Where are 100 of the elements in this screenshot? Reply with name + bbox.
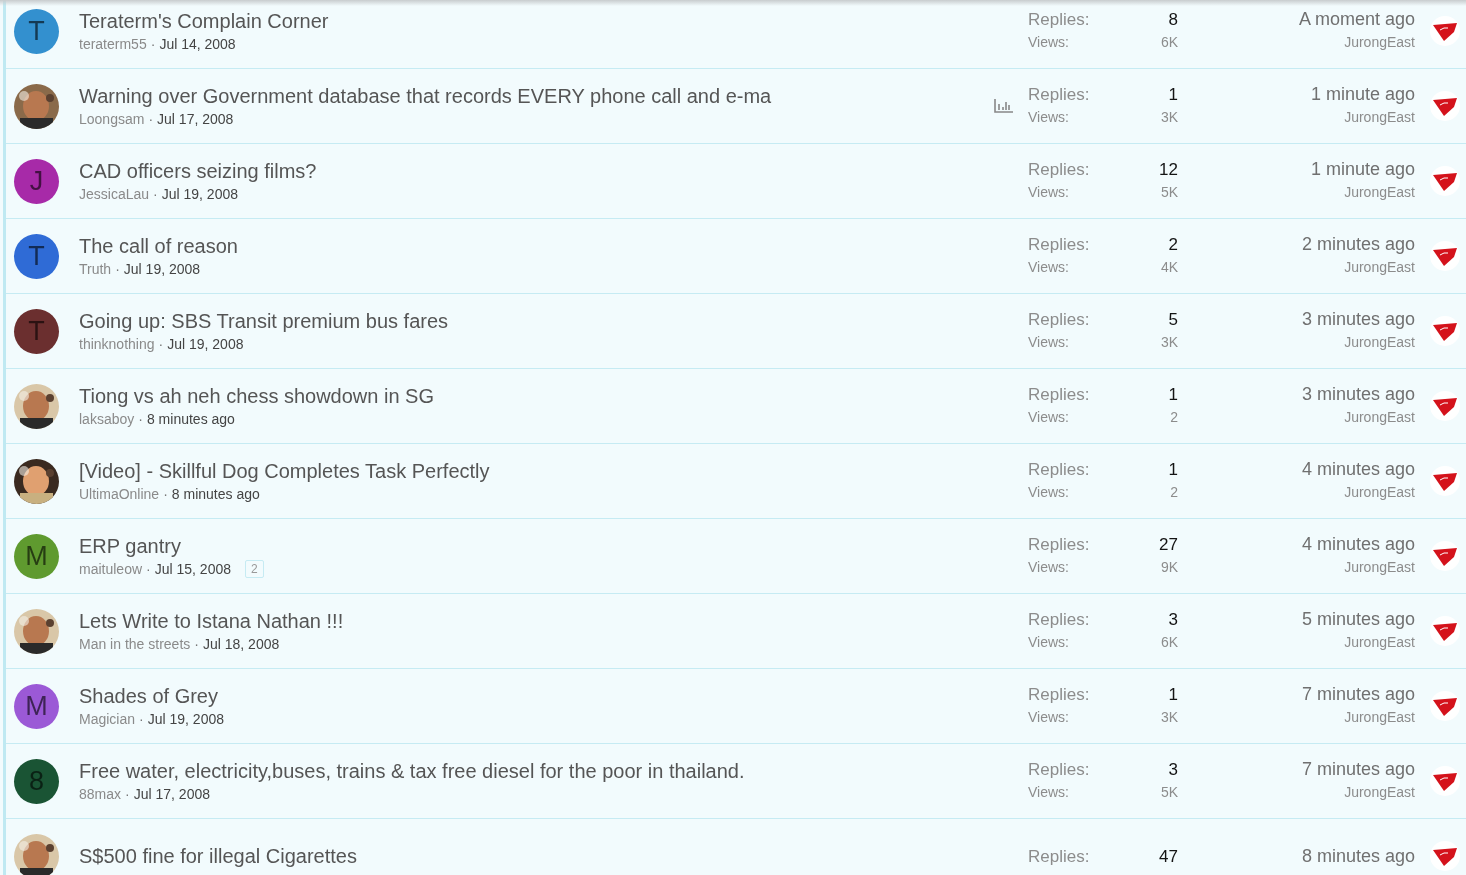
views-label: Views: — [1028, 708, 1069, 727]
thread-date: Jul 18, 2008 — [202, 635, 280, 654]
last-poster-link[interactable]: JurongEast — [1344, 406, 1415, 429]
last-poster-link[interactable]: JurongEast — [1344, 556, 1415, 579]
thread-title[interactable]: The call of reason — [79, 233, 989, 259]
replies-count: 8 — [1168, 9, 1178, 31]
thread-title[interactable]: S$500 fine for illegal Cigarettes — [79, 843, 989, 869]
thread-title[interactable]: Lets Write to Istana Nathan !!! — [79, 608, 989, 634]
logo-icon — [1430, 316, 1460, 346]
views-count: 9K — [1160, 558, 1178, 577]
thread-date: Jul 17, 2008 — [133, 785, 210, 804]
last-post-time[interactable]: 2 minutes ago — [1301, 233, 1415, 256]
replies-label: Replies: — [1028, 759, 1090, 781]
replies-label: Replies: — [1028, 384, 1090, 406]
thread-title[interactable]: ERP gantry — [79, 533, 989, 559]
logo-icon — [1430, 241, 1460, 271]
views-count: 6K — [1160, 633, 1178, 652]
last-poster-link[interactable]: JurongEast — [1344, 706, 1415, 729]
author-link[interactable]: Man in the streets — [79, 634, 191, 654]
replies-count: 3 — [1168, 759, 1178, 781]
views-label: Views: — [1028, 258, 1069, 277]
thread-title[interactable]: Shades of Grey — [79, 683, 989, 709]
logo-icon — [1430, 166, 1460, 196]
thread-title[interactable]: Free water, electricity,buses, trains & tax free diesel for the poor in thailand. — [79, 758, 989, 784]
logo-icon — [1430, 616, 1460, 646]
last-poster-link[interactable]: JurongEast — [1344, 181, 1415, 204]
author-link[interactable]: teraterm55 — [79, 34, 147, 54]
last-post-time[interactable]: 3 minutes ago — [1301, 383, 1415, 406]
thread-title[interactable]: [Video] - Skillful Dog Completes Task Perfectly — [79, 458, 989, 484]
author-link[interactable]: JessicaLau — [79, 184, 150, 204]
last-post-time[interactable]: A moment ago — [1298, 8, 1415, 31]
views-label: Views: — [1028, 483, 1069, 502]
author-link[interactable]: Loongsam — [79, 109, 145, 129]
views-count: 2 — [1170, 408, 1178, 427]
last-post-time[interactable]: 1 minute ago — [1310, 83, 1415, 106]
views-label: Views: — [1028, 108, 1069, 127]
replies-count: 1 — [1168, 459, 1178, 481]
page-link[interactable]: 2 — [245, 560, 264, 578]
separator-dot: · — [158, 335, 164, 354]
replies-label: Replies: — [1028, 845, 1090, 868]
views-label: Views: — [1028, 558, 1069, 577]
last-post-time[interactable]: 4 minutes ago — [1301, 533, 1415, 556]
replies-label: Replies: — [1028, 309, 1090, 331]
replies-count: 1 — [1168, 384, 1178, 406]
last-post-time[interactable]: 4 minutes ago — [1301, 458, 1415, 481]
logo-icon — [1430, 541, 1460, 571]
logo-icon — [1430, 691, 1460, 721]
separator-dot: · — [139, 710, 144, 729]
avatar[interactable]: T — [14, 308, 59, 354]
author-link[interactable]: 88max — [79, 784, 122, 804]
logo-icon — [1430, 466, 1460, 496]
replies-count: 27 — [1159, 534, 1178, 556]
views-label: Views: — [1028, 333, 1069, 352]
last-post-time[interactable]: 1 minute ago — [1310, 158, 1415, 181]
separator-dot: · — [138, 410, 143, 429]
last-post-time[interactable]: 8 minutes ago — [1301, 844, 1415, 868]
last-poster-link[interactable]: JurongEast — [1344, 781, 1415, 804]
author-link[interactable]: maituleow — [79, 559, 143, 579]
avatar[interactable]: J — [14, 158, 59, 204]
last-poster-link[interactable]: JurongEast — [1344, 31, 1415, 54]
logo-icon — [1430, 391, 1460, 421]
replies-label: Replies: — [1028, 159, 1090, 181]
thread-title[interactable]: Going up: SBS Transit premium bus fares — [79, 308, 989, 334]
last-poster-link[interactable]: JurongEast — [1344, 256, 1415, 279]
replies-count: 1 — [1168, 684, 1178, 706]
last-post-time[interactable]: 5 minutes ago — [1301, 608, 1415, 631]
avatar[interactable]: M — [14, 533, 59, 579]
thread-title[interactable]: Teraterm's Complain Corner — [79, 8, 989, 34]
last-poster-link[interactable]: JurongEast — [1344, 106, 1415, 129]
separator-dot: · — [150, 35, 156, 54]
thread-title[interactable]: Tiong vs ah neh chess showdown in SG — [79, 383, 989, 409]
replies-count: 12 — [1159, 159, 1178, 181]
avatar[interactable]: T — [14, 8, 59, 54]
last-poster-link[interactable]: JurongEast — [1344, 331, 1415, 354]
views-count: 3K — [1160, 708, 1178, 727]
replies-count: 1 — [1168, 84, 1178, 106]
avatar[interactable]: M — [14, 683, 59, 729]
thread-date: Jul 19, 2008 — [167, 335, 244, 354]
replies-label: Replies: — [1028, 534, 1090, 556]
last-post-time[interactable]: 7 minutes ago — [1301, 683, 1415, 706]
author-link[interactable]: UltimaOnline — [79, 484, 160, 504]
thread-title[interactable]: Warning over Government database that records EVERY phone call and e-ma — [79, 83, 989, 109]
views-label: Views: — [1028, 183, 1069, 202]
author-link[interactable]: Magician — [79, 709, 136, 729]
author-link[interactable]: thinknothing — [79, 334, 155, 354]
last-poster-link[interactable]: JurongEast — [1344, 631, 1415, 654]
last-poster-link[interactable]: JurongEast — [1344, 481, 1415, 504]
thread-date: Jul 19, 2008 — [147, 710, 224, 729]
views-count: 5K — [1160, 183, 1178, 202]
views-label: Views: — [1028, 633, 1069, 652]
author-link[interactable]: laksaboy — [79, 409, 135, 429]
last-post-time[interactable]: 7 minutes ago — [1301, 758, 1415, 781]
replies-count: 47 — [1159, 845, 1178, 868]
views-label: Views: — [1028, 408, 1069, 427]
avatar[interactable]: T — [14, 233, 59, 279]
thread-date: Jul 14, 2008 — [159, 35, 236, 54]
author-link[interactable]: Truth — [79, 259, 112, 279]
replies-label: Replies: — [1028, 234, 1090, 256]
thread-title[interactable]: CAD officers seizing films? — [79, 158, 989, 184]
last-post-time[interactable]: 3 minutes ago — [1301, 308, 1415, 331]
